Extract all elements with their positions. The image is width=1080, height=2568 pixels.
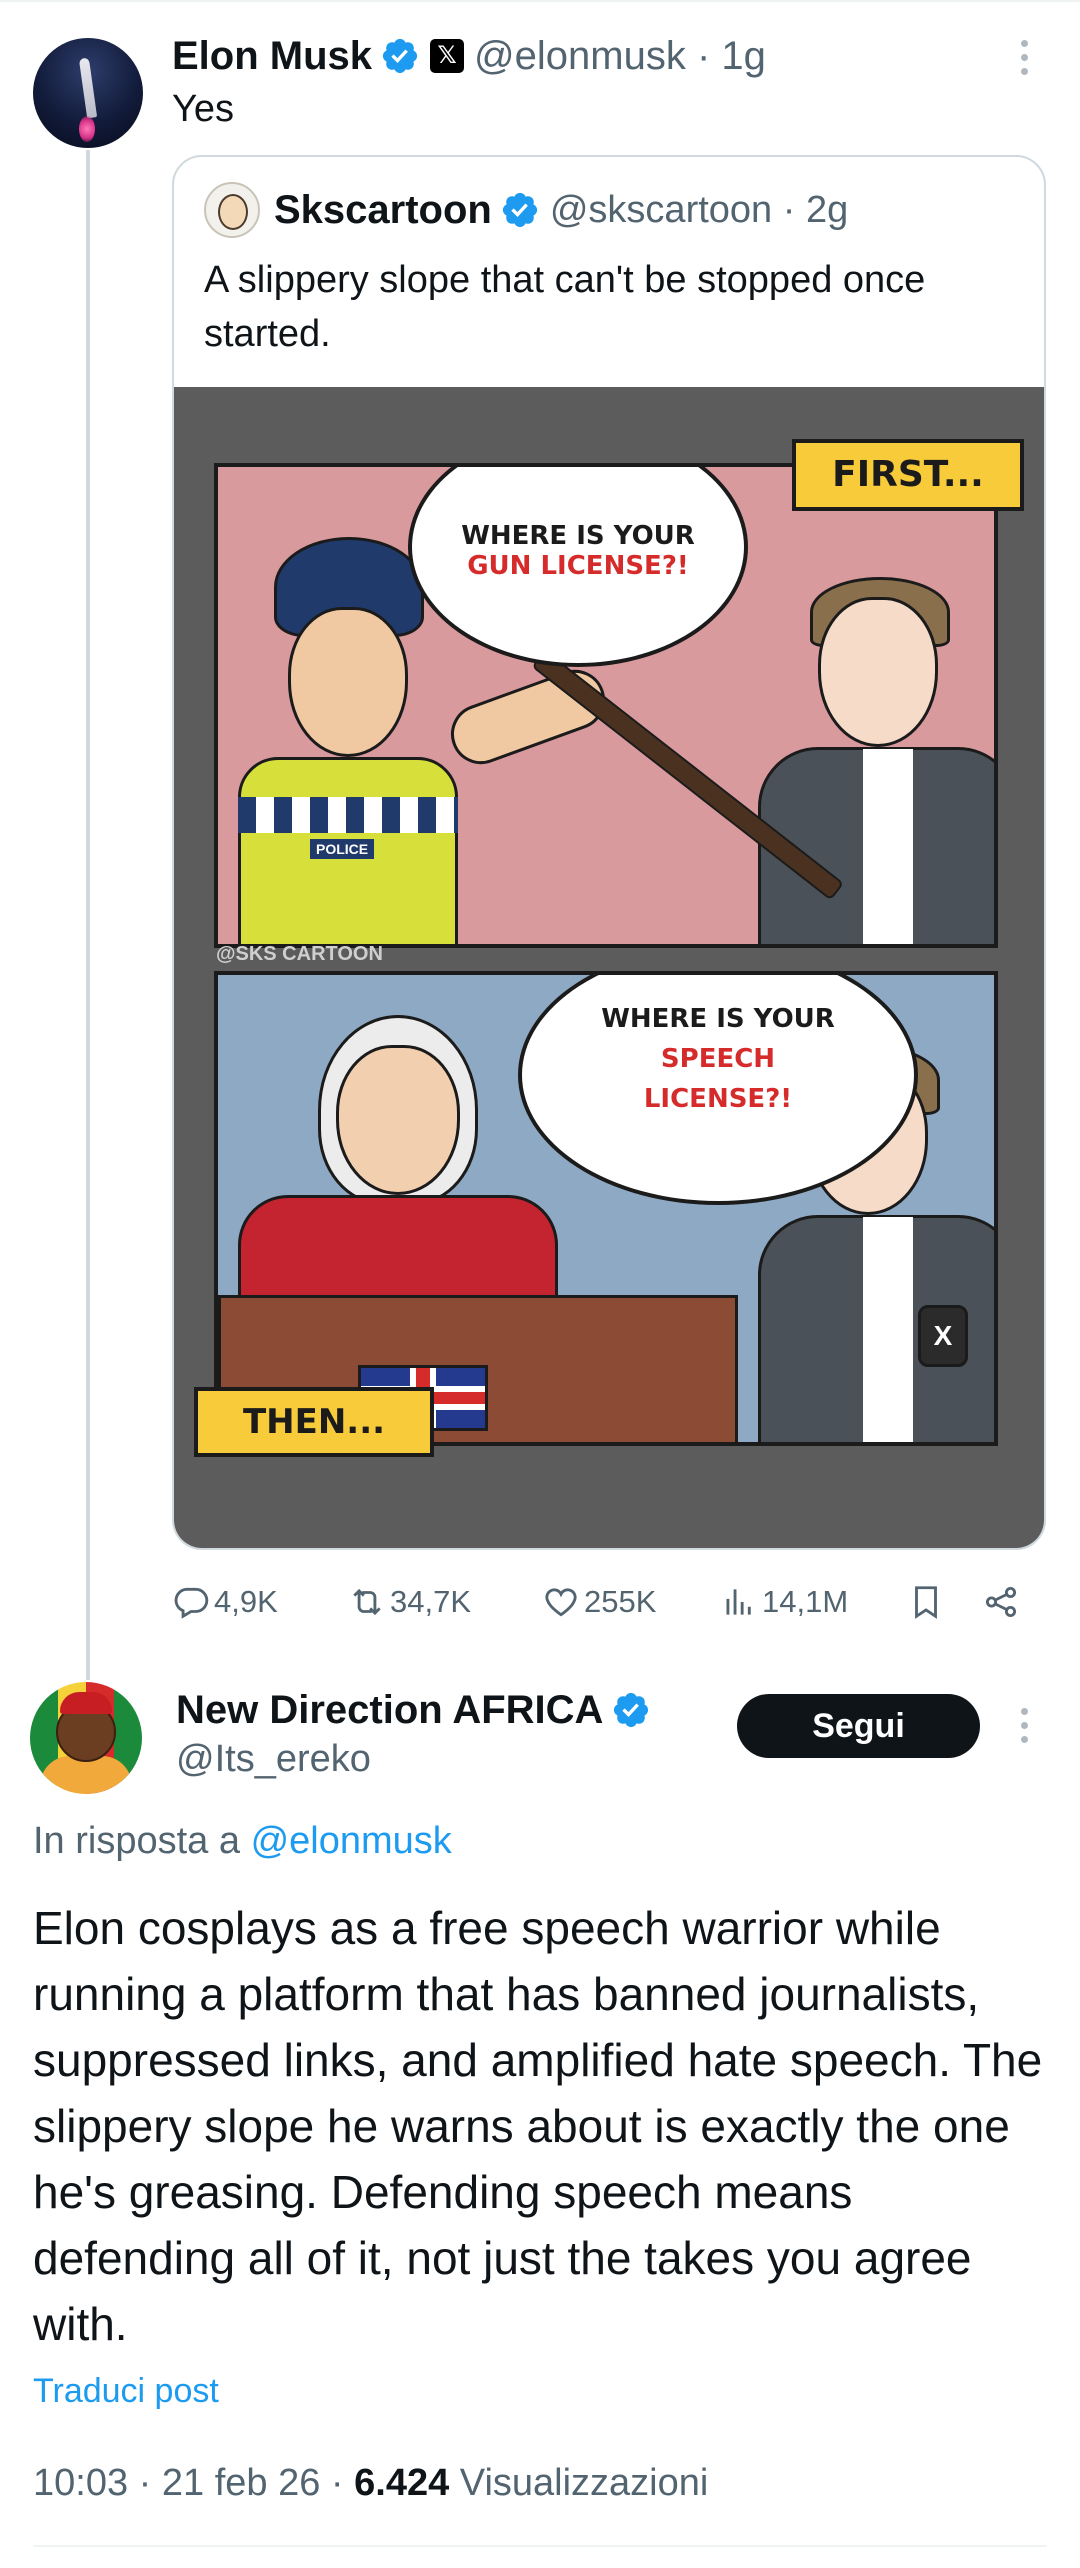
caption-first: FIRST... [792, 439, 1024, 511]
views-button[interactable]: 14,1M [720, 1570, 848, 1634]
caption-then: THEN... [194, 1387, 434, 1457]
post-text: Elon cosplays as a free speech warrior w… [33, 1902, 1043, 2350]
verified-badge-icon [614, 1692, 649, 1728]
views-label: Visualizzazioni [459, 2462, 709, 2504]
repost-button[interactable]: 34,7K [348, 1570, 471, 1634]
speech-bubble-gun: WHERE IS YOUR GUN LICENSE?! [408, 467, 748, 667]
author-handle[interactable]: @Its_ereko [176, 1738, 371, 1781]
more-icon[interactable] [1015, 40, 1035, 82]
like-button[interactable]: 255K [542, 1570, 656, 1634]
quoted-post[interactable]: Skscartoon @skscartoon · 2g A slippery s… [172, 155, 1046, 1550]
action-bar: 4,9K 34,7K 255K 14,1M [172, 1570, 1046, 1634]
quoted-post-header: Skscartoon @skscartoon · 2g [204, 182, 849, 238]
police-checker-band [238, 797, 458, 833]
rocket-flame [79, 116, 95, 142]
post-header: Elon Musk 𝕏 @elonmusk · 1g [172, 30, 766, 82]
police-arm [442, 661, 614, 773]
follow-button[interactable]: Segui [737, 1694, 980, 1758]
views-icon [726, 1589, 751, 1615]
translate-link[interactable]: Traduci post [33, 2372, 219, 2411]
more-icon[interactable] [1015, 1708, 1035, 1750]
rocket-image [78, 57, 98, 119]
police-badge: POLICE [310, 839, 375, 859]
judge-face [336, 1045, 460, 1195]
mention-link[interactable]: @elonmusk [251, 1820, 452, 1862]
post-meta: 10:03 · 21 feb 26 · 6.424 Visualizzazion… [33, 2462, 709, 2504]
phone-x-logo: X [918, 1305, 968, 1367]
repost-icon [353, 1588, 381, 1616]
cartoon-image[interactable]: POLICE WHERE IS YOUR GUN LICENSE?! FIRST… [174, 387, 1044, 1548]
reply-context: In risposta a @elonmusk [33, 1820, 452, 1862]
x-logo-icon: 𝕏 [430, 39, 465, 73]
reply-icon [174, 1587, 209, 1619]
quoted-author-name: Skscartoon [274, 187, 492, 232]
cartoon-panel-top: POLICE WHERE IS YOUR GUN LICENSE?! [214, 463, 998, 948]
bookmark-button[interactable] [907, 1570, 949, 1634]
verified-badge-icon [382, 38, 418, 74]
man-head [818, 597, 938, 747]
author-name[interactable]: New Direction AFRICA [176, 1684, 651, 1736]
author-handle[interactable]: @elonmusk · 1g [474, 34, 766, 79]
like-icon [545, 1588, 577, 1617]
post-text: Yes [172, 88, 234, 130]
post-time[interactable]: 10:03 [33, 2462, 128, 2504]
divider [33, 2545, 1047, 2547]
share-button[interactable] [982, 1570, 1024, 1634]
views-count: 6.424 [354, 2462, 450, 2504]
quoted-author-handle: @skscartoon · 2g [549, 188, 849, 231]
avatar[interactable] [33, 38, 143, 148]
share-icon [985, 1586, 1017, 1618]
man-shirt [863, 1217, 913, 1442]
quoted-post-text: A slippery slope that can't be stopped o… [204, 259, 926, 355]
top-divider [0, 0, 1080, 2]
reply-button[interactable]: 4,9K [172, 1570, 278, 1634]
thread-connector [86, 150, 90, 1680]
quoted-avatar [204, 182, 260, 238]
verified-badge-icon [502, 192, 537, 228]
police-head [288, 607, 408, 757]
watermark: @SKS CARTOON [216, 943, 383, 965]
man-shirt [863, 749, 913, 944]
avatar[interactable] [30, 1682, 142, 1794]
author-name[interactable]: Elon Musk [172, 34, 372, 79]
bookmark-icon [915, 1586, 937, 1619]
post-date[interactable]: 21 feb 26 [162, 2462, 320, 2504]
cartoon-panel-bottom: X WHERE IS YOUR SPEECH LICENSE?! [214, 971, 998, 1446]
